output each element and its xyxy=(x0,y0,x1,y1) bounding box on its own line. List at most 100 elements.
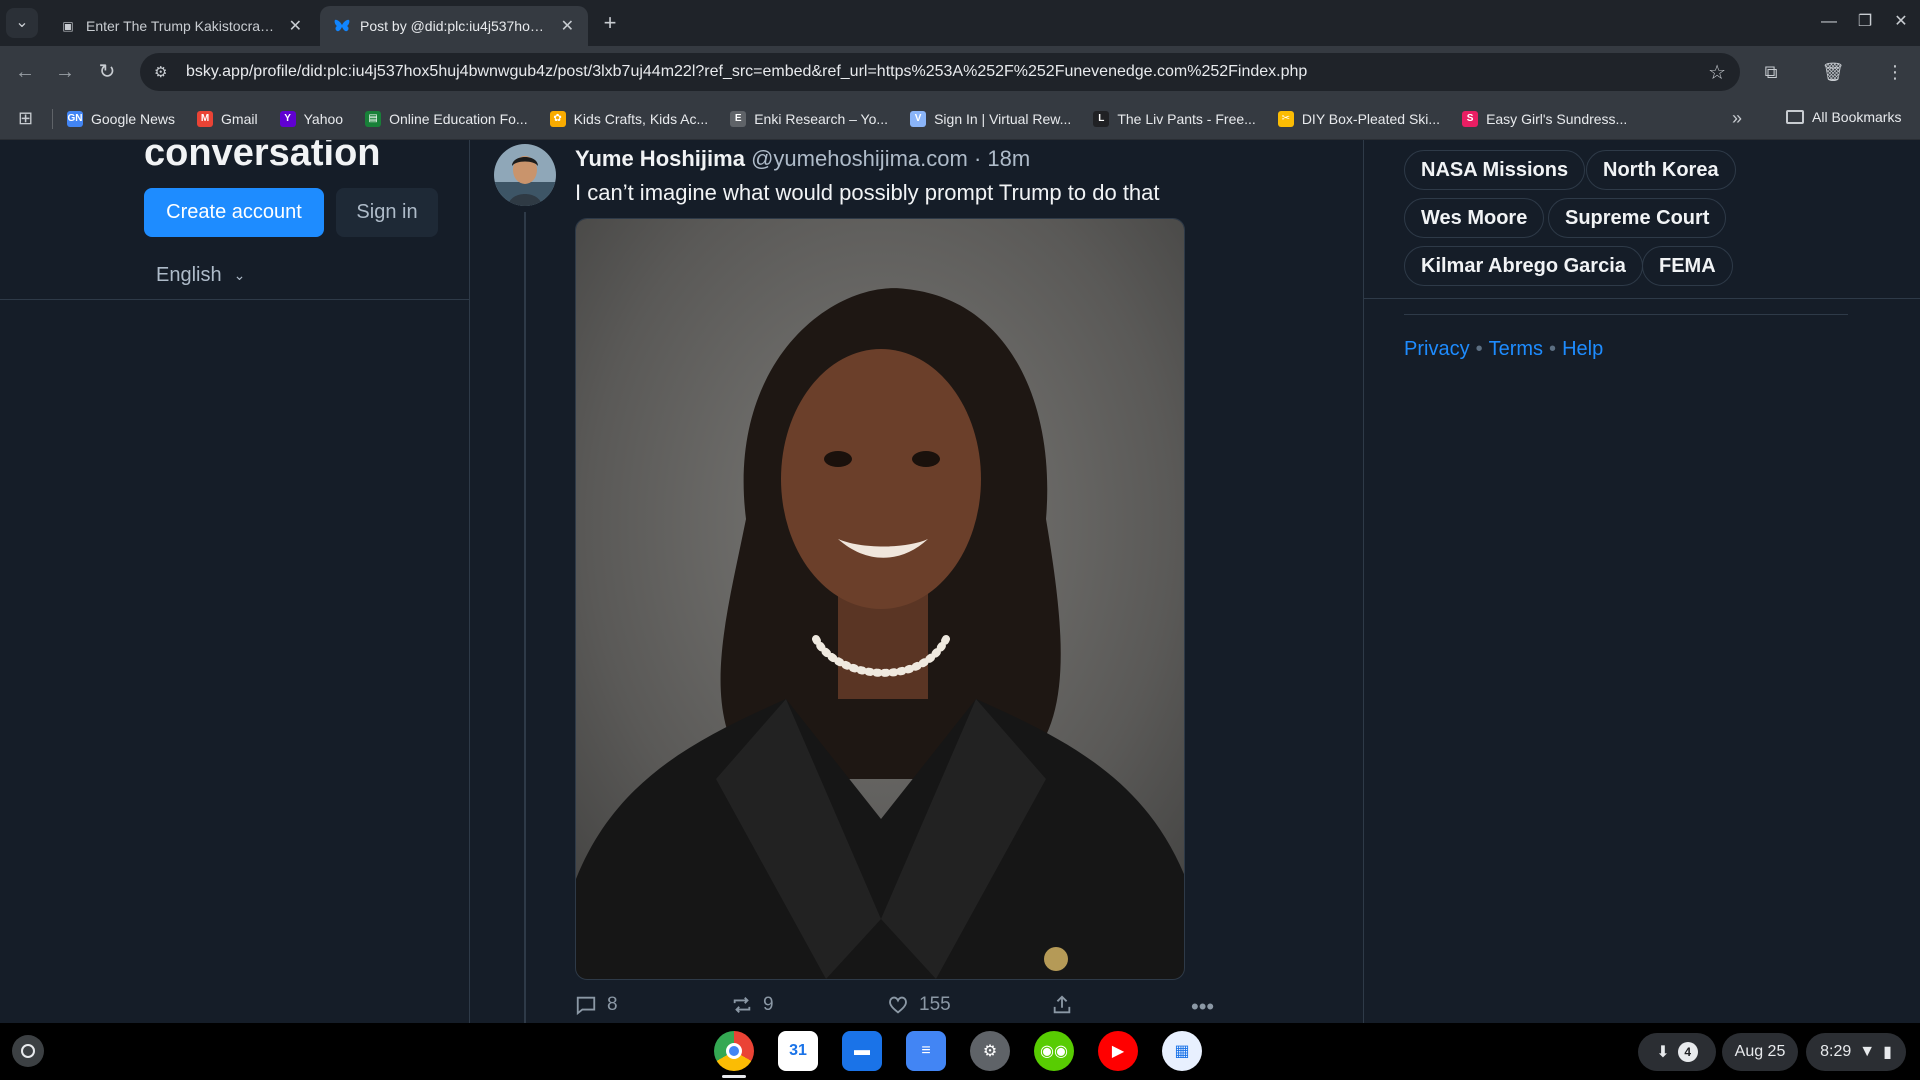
more-bookmarks-icon[interactable]: » xyxy=(1732,108,1742,129)
time-label: 8:29 xyxy=(1820,1043,1852,1060)
post-time[interactable]: · 18m xyxy=(974,146,1030,171)
active-app-indicator xyxy=(722,1075,746,1078)
left-sidebar: conversation Create account Sign in Engl… xyxy=(0,140,470,1023)
like-button[interactable]: 155 xyxy=(887,994,951,1016)
back-icon[interactable]: ← xyxy=(10,58,40,86)
minimize-icon[interactable]: — xyxy=(1814,8,1844,36)
notification-tray[interactable]: ⬇ 4 xyxy=(1638,1033,1716,1071)
bookmark-favicon-icon: ✂ xyxy=(1277,110,1294,127)
docs-app-icon[interactable]: ≡ xyxy=(906,1031,946,1071)
create-account-button[interactable]: Create account xyxy=(144,188,324,237)
sign-in-button[interactable]: Sign in xyxy=(336,188,438,237)
reply-icon xyxy=(576,996,596,1016)
bookmark-favicon-icon: ▤ xyxy=(365,110,382,127)
tab-bluesky-post[interactable]: Post by @did:plc:iu4j537hox5h... ✕ xyxy=(320,6,588,46)
bookmark-item[interactable]: S Easy Girl's Sundress... xyxy=(1462,110,1627,127)
bookmark-item[interactable]: GN Google News xyxy=(67,110,176,127)
new-tab-button[interactable]: + xyxy=(596,10,624,38)
divider xyxy=(52,108,53,129)
launcher-button[interactable] xyxy=(12,1035,44,1067)
language-label: English xyxy=(156,264,222,286)
duolingo-app-icon[interactable]: ◉◉ xyxy=(1034,1031,1074,1071)
tab-trump-kakistocracy[interactable]: ▣ Enter The Trump Kakistocracy... ✕ xyxy=(46,6,316,46)
post-text: I can’t imagine what would possibly prom… xyxy=(575,180,1160,205)
repost-count: 9 xyxy=(763,994,774,1015)
close-tab-icon[interactable]: ✕ xyxy=(289,16,302,36)
help-link[interactable]: Help xyxy=(1562,338,1603,360)
date-label: Aug 25 xyxy=(1734,1043,1786,1060)
browser-toolbar: ← → ↻ ⚙ bsky.app/profile/did:plc:iu4j537… xyxy=(0,46,1920,98)
post-header: Yume Hoshijima @yumehoshijima.com · 18m xyxy=(575,146,1030,172)
chrome-app-icon[interactable] xyxy=(714,1031,754,1071)
separator-dot: • xyxy=(1475,338,1483,360)
trending-chip-nasa[interactable]: NASA Missions xyxy=(1404,150,1586,190)
repost-button[interactable]: 9 xyxy=(731,994,774,1016)
trending-chip-kilmar[interactable]: Kilmar Abrego Garcia xyxy=(1404,246,1643,286)
files-app-icon[interactable]: ▬ xyxy=(842,1031,882,1071)
battery-icon: ▮ xyxy=(1883,1044,1892,1061)
address-bar[interactable]: ⚙ bsky.app/profile/did:plc:iu4j537hox5hu… xyxy=(140,53,1740,91)
calendar-app-icon[interactable]: 31 xyxy=(778,1031,818,1071)
terms-link[interactable]: Terms xyxy=(1489,338,1543,360)
tab-search-button[interactable]: ⌄ xyxy=(6,8,38,38)
wifi-icon: ▼ xyxy=(1859,1043,1876,1060)
web-app-icon[interactable]: ▦ xyxy=(1162,1031,1202,1071)
trending-chip-fema[interactable]: FEMA xyxy=(1642,246,1733,286)
restore-icon[interactable]: ❐ xyxy=(1850,8,1880,36)
trending-chip-supreme-court[interactable]: Supreme Court xyxy=(1548,198,1727,238)
site-settings-icon[interactable]: ⚙ xyxy=(154,63,176,81)
url-text[interactable]: bsky.app/profile/did:plc:iu4j537hox5huj4… xyxy=(186,63,1708,81)
avatar[interactable] xyxy=(494,144,556,206)
post-image[interactable] xyxy=(575,218,1185,980)
bookmark-item[interactable]: ✿ Kids Crafts, Kids Ac... xyxy=(549,110,709,127)
bookmark-favicon-icon: Y xyxy=(279,110,296,127)
bookmark-item[interactable]: Y Yahoo xyxy=(279,110,344,127)
trending-chip-wes-moore[interactable]: Wes Moore xyxy=(1404,198,1545,238)
bookmark-favicon-icon: L xyxy=(1093,110,1110,127)
bookmark-item[interactable]: ▤ Online Education Fo... xyxy=(365,110,528,127)
bluesky-page: conversation Create account Sign in Engl… xyxy=(0,140,1920,1023)
bookmark-item[interactable]: L The Liv Pants - Free... xyxy=(1093,110,1256,127)
notification-count: 4 xyxy=(1677,1042,1698,1062)
status-tray[interactable]: 8:29 ▼ ▮ xyxy=(1806,1033,1906,1071)
extensions-icon[interactable]: ⧉ xyxy=(1756,58,1786,86)
settings-app-icon[interactable]: ⚙ xyxy=(970,1031,1010,1071)
bookmark-label: Yahoo xyxy=(303,110,344,127)
bookmark-item[interactable]: M Gmail xyxy=(197,110,258,127)
bookmark-item[interactable]: E Enki Research – Yo... xyxy=(730,110,888,127)
forward-icon[interactable]: → xyxy=(50,58,80,86)
youtube-app-icon[interactable]: ▶ xyxy=(1098,1031,1138,1071)
signup-panel: conversation Create account Sign in Engl… xyxy=(0,140,470,300)
bookmark-label: Gmail xyxy=(221,110,258,127)
bookmark-favicon-icon: GN xyxy=(67,110,83,127)
author-handle[interactable]: @yumehoshijima.com xyxy=(751,146,968,171)
all-bookmarks-button[interactable]: All Bookmarks xyxy=(1786,109,1901,125)
panel-heading: conversation xyxy=(144,140,381,174)
bookmark-favicon-icon: M xyxy=(197,110,214,127)
author-name[interactable]: Yume Hoshijima xyxy=(575,146,745,171)
bookmark-label: Google News xyxy=(91,110,176,127)
trending-chip-north-korea[interactable]: North Korea xyxy=(1586,150,1736,190)
bookmark-favicon-icon: S xyxy=(1462,110,1479,127)
trash-icon[interactable]: 🗑 xyxy=(1818,58,1848,86)
bookmark-label: Kids Crafts, Kids Ac... xyxy=(573,110,709,127)
menu-kebab-icon[interactable]: ⋮ xyxy=(1880,58,1910,86)
bookmark-item[interactable]: ✂ DIY Box-Pleated Ski... xyxy=(1277,110,1440,127)
bookmark-favicon-icon: V xyxy=(910,110,927,127)
bookmark-star-icon[interactable]: ☆ xyxy=(1708,60,1726,85)
language-select[interactable]: English ⌄ xyxy=(156,264,245,287)
all-bookmarks-label: All Bookmarks xyxy=(1812,109,1902,125)
tab-title: Post by @did:plc:iu4j537hox5h... xyxy=(360,18,551,34)
reply-button[interactable]: 8 xyxy=(575,994,618,1016)
close-window-icon[interactable]: ✕ xyxy=(1886,8,1916,36)
more-options-icon[interactable]: ••• xyxy=(1191,994,1214,1020)
thread-line xyxy=(524,212,526,1023)
bookmark-favicon-icon: ✿ xyxy=(549,110,566,127)
share-button[interactable] xyxy=(1051,994,1073,1016)
date-tray[interactable]: Aug 25 xyxy=(1722,1033,1798,1071)
bookmark-item[interactable]: V Sign In | Virtual Rew... xyxy=(910,110,1071,127)
privacy-link[interactable]: Privacy xyxy=(1404,338,1470,360)
reload-icon[interactable]: ↻ xyxy=(92,58,122,86)
apps-grid-icon[interactable]: ⊞ xyxy=(18,108,42,129)
close-tab-icon[interactable]: ✕ xyxy=(561,16,574,36)
